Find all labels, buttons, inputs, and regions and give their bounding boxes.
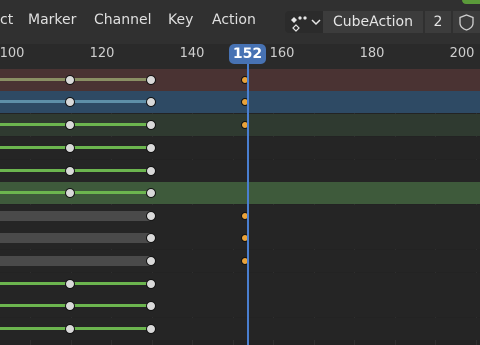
keyframe[interactable] [145,301,156,311]
dopesheet-header: ct Marker Channel Key Action CubeAction … [0,0,480,44]
channel-row[interactable] [0,182,480,204]
fake-user-button[interactable] [453,11,480,33]
channel-row[interactable] [0,205,480,227]
keyframe[interactable] [145,166,156,176]
keyframe-hold-bar [0,191,152,194]
channel-row[interactable] [0,295,480,317]
keyframe[interactable] [64,143,75,153]
keyframe[interactable] [64,97,75,107]
action-mode-icon [291,16,321,32]
channel-row[interactable] [0,91,480,113]
channel-menu[interactable]: Channel [94,12,151,28]
keyframe[interactable] [64,75,75,85]
keyframe-hold-bar [0,233,152,243]
ruler-tick-label: 120 [89,46,115,61]
action-users-count[interactable]: 2 [425,11,451,33]
channel-row[interactable] [0,318,480,340]
keyframe-hold-bar [0,211,152,221]
keyframe[interactable] [64,324,75,334]
keyframe[interactable] [64,166,75,176]
keyframe-hold-bar [0,304,152,307]
keyframe-hold-bar [0,100,152,103]
ruler-tick-label: 160 [269,46,295,61]
keyframe-hold-bar [0,256,152,266]
action-mode-dropdown[interactable] [285,11,325,33]
ruler-tick-label: 100 [0,46,25,61]
keyframe[interactable] [64,279,75,289]
ruler-tick-label: 180 [359,46,385,61]
select-menu[interactable]: ct [0,12,13,28]
channel-row[interactable] [0,273,480,295]
action-menu[interactable]: Action [212,12,256,28]
channel-region[interactable] [0,69,480,345]
keyframe[interactable] [145,97,156,107]
keyframe[interactable] [145,233,156,243]
keyframe[interactable] [145,279,156,289]
action-name-field[interactable]: CubeAction [323,11,423,33]
shield-icon [459,14,474,31]
keyframe-hold-bar [0,123,152,126]
keyframe[interactable] [64,120,75,130]
current-frame-indicator[interactable]: 152 [229,44,266,64]
channel-row[interactable] [0,137,480,159]
ruler-tick-label: 140 [179,46,205,61]
keyframe-hold-bar [0,78,152,81]
keyframe[interactable] [145,256,156,266]
chevron-down-icon [311,19,321,26]
channel-row[interactable] [0,227,480,249]
keyframe-hold-bar [0,327,152,330]
playhead-line[interactable] [247,44,249,345]
keyframe[interactable] [145,75,156,85]
keyframe[interactable] [64,301,75,311]
keyframe[interactable] [145,324,156,334]
keyframe-hold-bar [0,282,152,285]
editor-edge-accent [462,0,480,4]
channel-row[interactable] [0,160,480,182]
action-name: CubeAction [333,14,413,30]
keyframe-hold-bar [0,169,152,172]
marker-menu[interactable]: Marker [28,12,76,28]
keyframe[interactable] [145,143,156,153]
keyframe[interactable] [145,120,156,130]
channel-row[interactable] [0,114,480,136]
channel-row[interactable] [0,250,480,272]
channel-row[interactable] [0,69,480,91]
keyframe[interactable] [145,188,156,198]
ruler-tick-label: 200 [449,46,475,61]
key-menu[interactable]: Key [168,12,193,28]
keyframe[interactable] [64,188,75,198]
keyframe[interactable] [145,211,156,221]
keyframe-hold-bar [0,146,152,149]
